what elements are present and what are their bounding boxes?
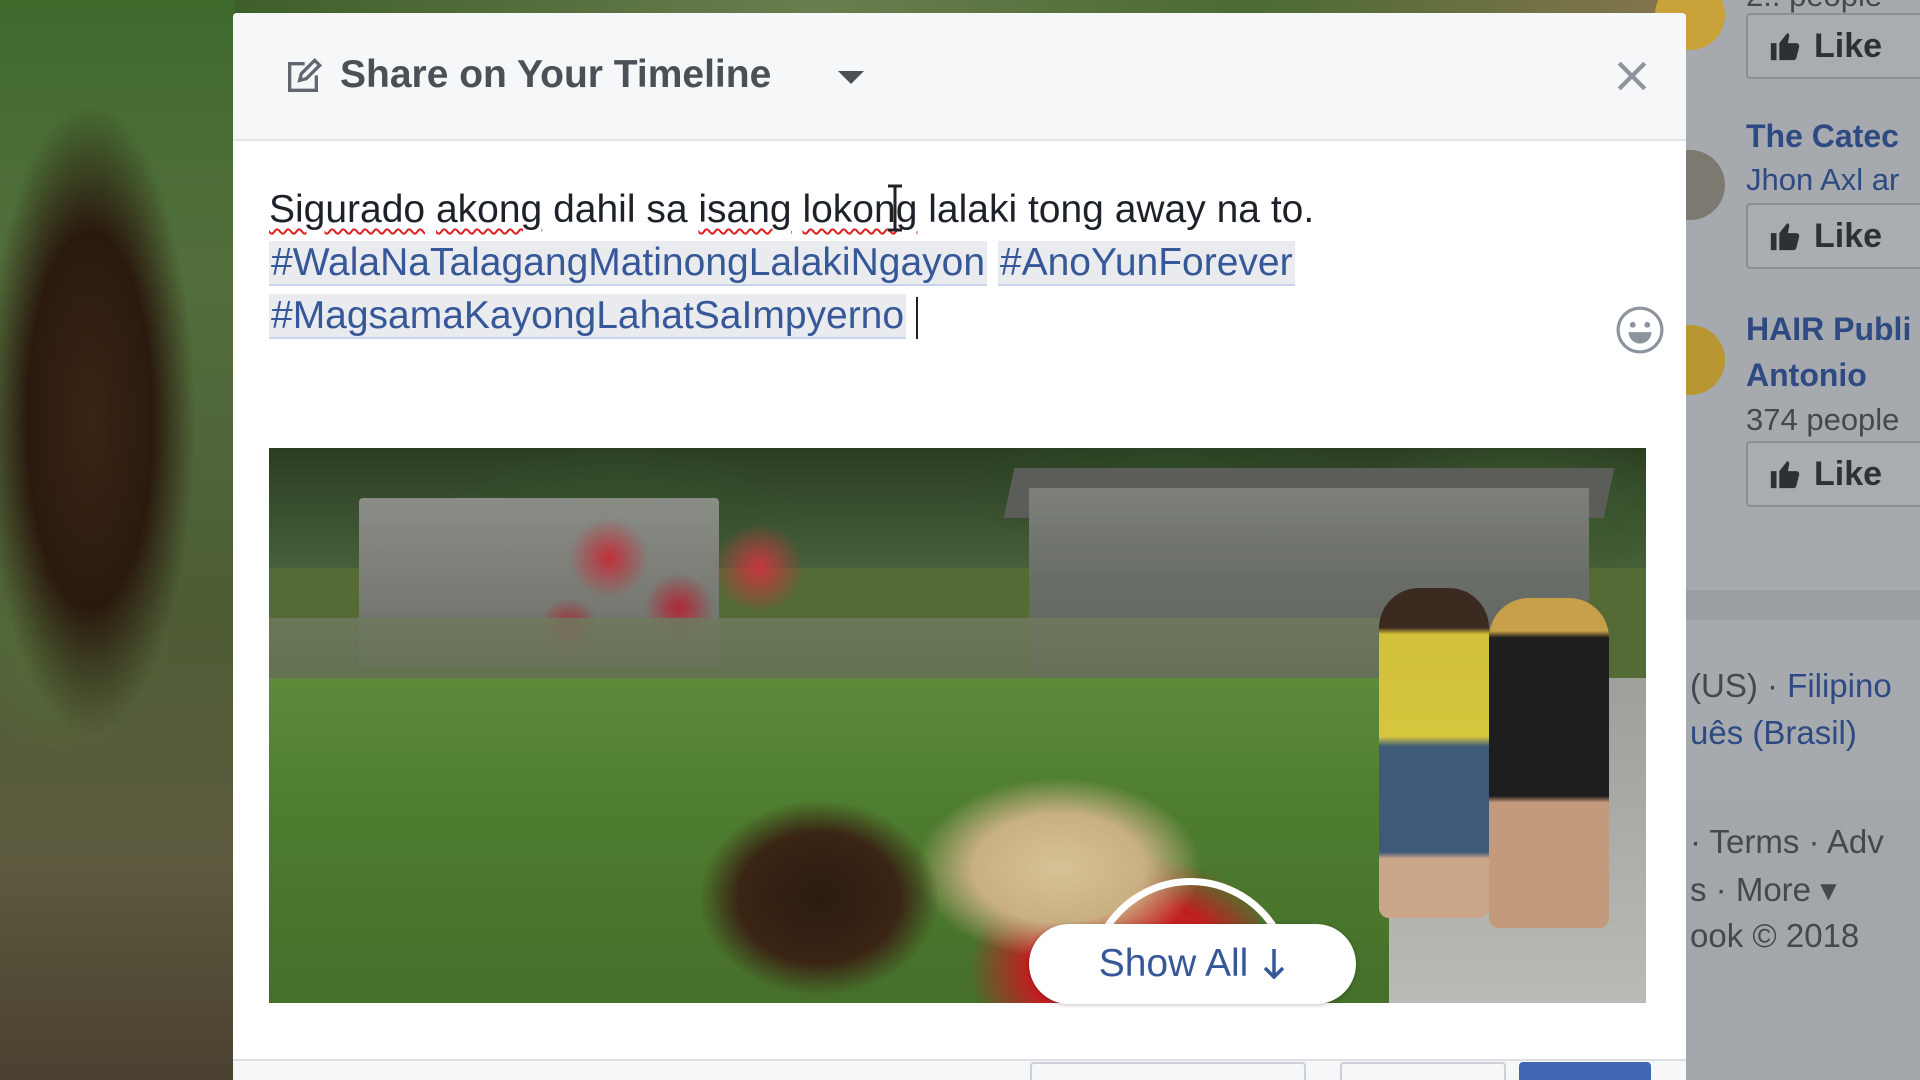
sidebar-divider (1686, 590, 1920, 620)
dialog-header: Share on Your Timeline (233, 13, 1686, 141)
languages-prefix: (US) · (1690, 667, 1788, 704)
video-frame-person (1489, 598, 1609, 928)
suggested-page-name[interactable]: HAIR Publi (1746, 311, 1911, 348)
post-word: away (1114, 188, 1206, 231)
background-top-strip (235, 0, 1685, 14)
caret-down-icon[interactable] (838, 71, 864, 84)
page-likes-count: 2.. people (1746, 0, 1882, 14)
suggested-page-name-line2[interactable]: Antonio (1746, 357, 1867, 394)
language-link[interactable]: uês (Brasil) (1690, 714, 1857, 752)
edit-icon (288, 57, 323, 92)
footer-links[interactable]: · Terms · Adv (1690, 823, 1884, 861)
share-dialog: Share on Your Timeline Sigurado akong da… (233, 13, 1686, 1080)
suggested-page-name[interactable]: The Catec (1746, 118, 1899, 155)
thumbs-up-icon (1770, 461, 1800, 489)
post-text-line: #MagsamaKayongLahatSaImpyerno (269, 289, 1609, 342)
like-label: Like (1814, 26, 1883, 65)
video-preview[interactable] (269, 448, 1646, 1003)
post-text-line: #WalaNaTalagangMatinongLalakiNgayon #Ano… (269, 236, 1609, 289)
cancel-button[interactable] (1340, 1062, 1506, 1080)
post-word: tong (1027, 188, 1104, 231)
post-word: lalaki (928, 188, 1018, 231)
post-word: akong (435, 188, 543, 231)
post-word: dahil (553, 188, 636, 231)
thumbs-up-icon (1770, 33, 1800, 61)
hashtag[interactable]: #WalaNaTalagangMatinongLalakiNgayon (269, 241, 988, 286)
like-page-button[interactable]: Like (1746, 13, 1920, 79)
arrow-down-icon (1264, 949, 1285, 980)
privacy-selector-button[interactable] (1030, 1062, 1306, 1080)
video-frame-person (1379, 588, 1489, 918)
thumbs-up-icon (1770, 223, 1800, 251)
post-word: to. (1270, 188, 1315, 231)
close-icon[interactable] (1615, 59, 1649, 93)
text-cursor (916, 296, 919, 339)
post-word: Sigurado (269, 188, 426, 231)
post-button[interactable] (1519, 1062, 1651, 1080)
like-label: Like (1814, 216, 1883, 255)
post-text-line: Sigurado akong dahil sa isang lokong lal… (269, 183, 1609, 236)
emoji-icon[interactable] (1615, 305, 1665, 355)
show-all-label: Show All (1098, 942, 1249, 985)
like-page-button[interactable]: Like (1746, 441, 1920, 507)
post-word: na (1216, 188, 1260, 231)
like-label: Like (1814, 454, 1883, 493)
languages-line: (US) · Filipino (1690, 667, 1892, 705)
hashtag[interactable]: #MagsamaKayongLahatSaImpyerno (269, 294, 907, 339)
post-word: sa (646, 188, 688, 231)
post-composer-input[interactable]: Sigurado akong dahil sa isang lokong lal… (269, 183, 1609, 342)
show-all-button[interactable]: Show All (1029, 924, 1356, 1004)
ibeam-cursor-icon (888, 184, 902, 232)
suggested-page-sub: 374 people (1746, 402, 1900, 437)
footer-links[interactable]: s · More ▾ (1690, 870, 1837, 909)
post-word: isang (698, 188, 792, 231)
hashtag[interactable]: #AnoYunForever (997, 241, 1295, 286)
copyright: ook © 2018 (1690, 917, 1860, 954)
like-page-button[interactable]: Like (1746, 203, 1920, 269)
suggested-page-sub: Jhon Axl ar (1746, 162, 1900, 197)
language-link[interactable]: Filipino (1787, 667, 1892, 704)
share-target-selector[interactable]: Share on Your Timeline (340, 53, 771, 97)
background-video-frame (0, 0, 235, 1080)
